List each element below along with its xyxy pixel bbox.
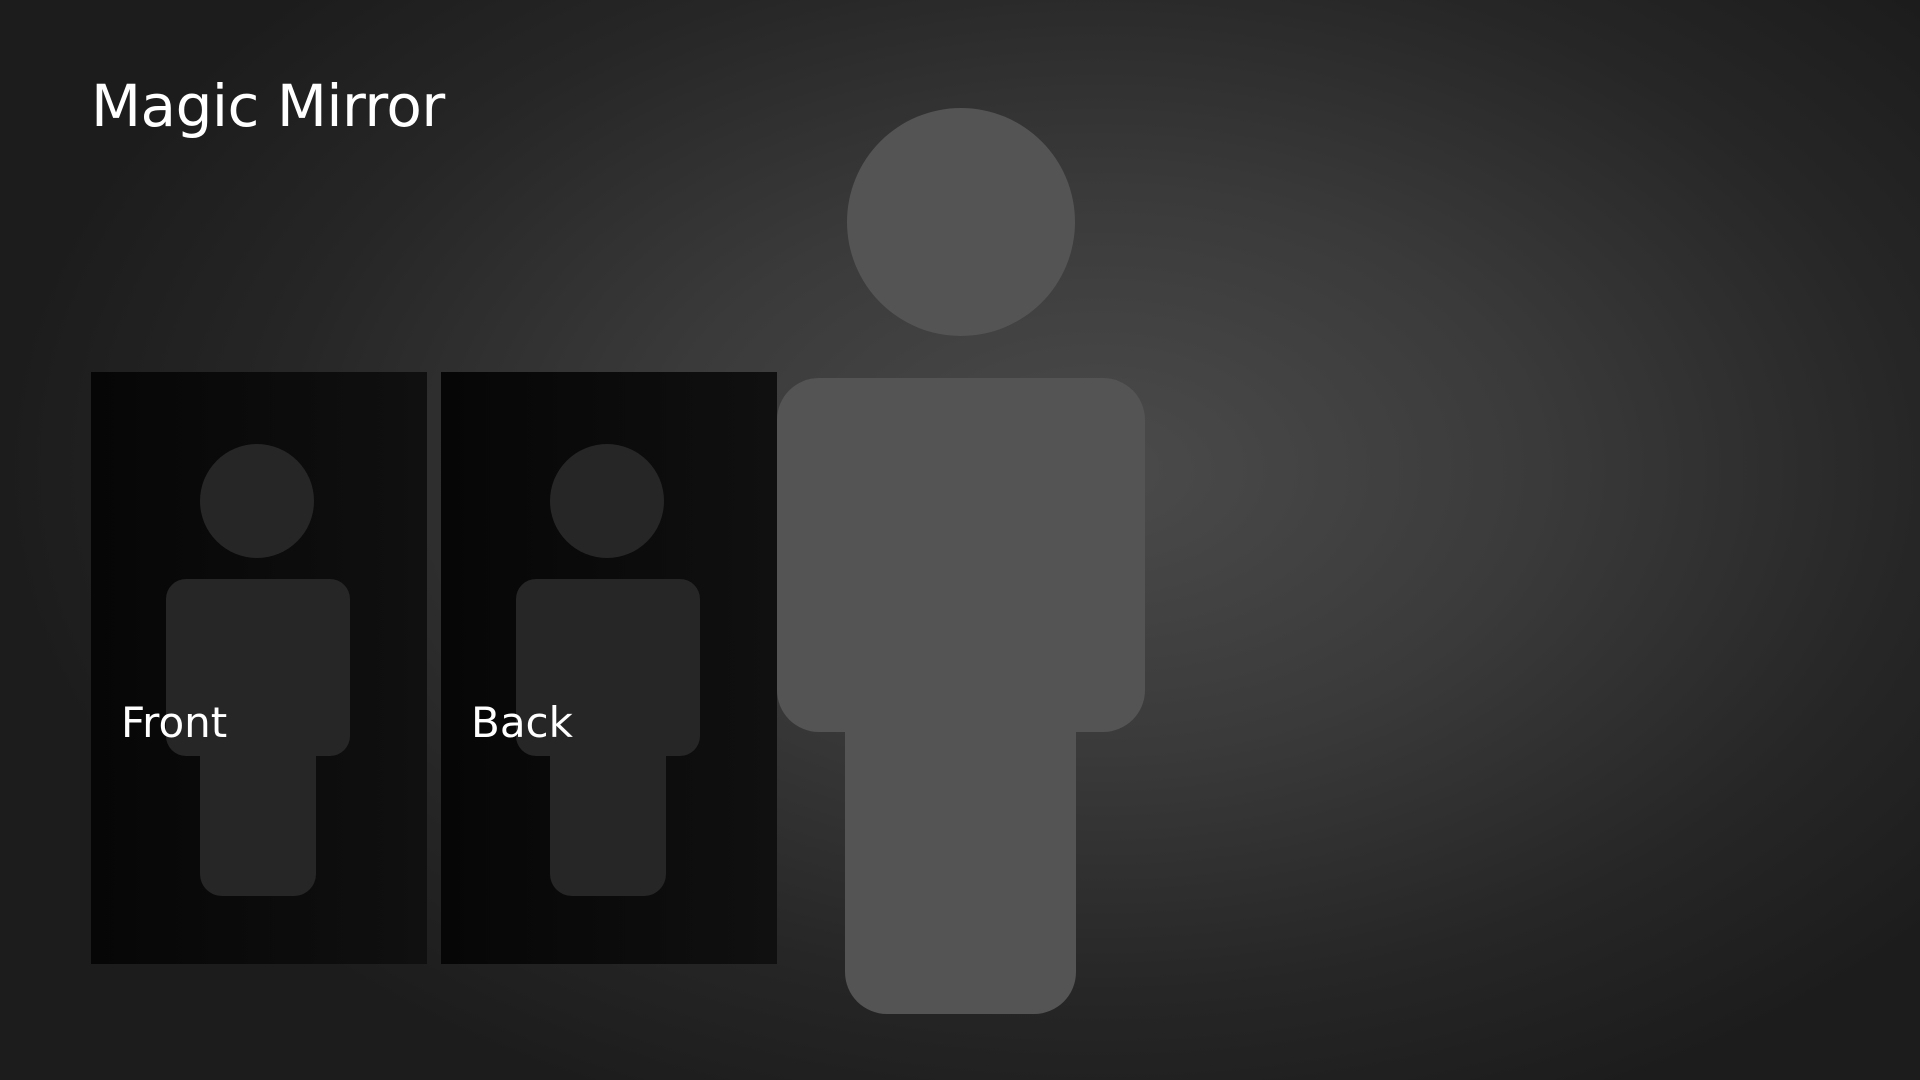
page-title: Magic Mirror — [91, 72, 445, 140]
front-tile-label: Front — [121, 698, 228, 747]
back-tile-label: Back — [471, 698, 573, 747]
front-view-tile[interactable]: Front — [91, 372, 427, 964]
silhouette-torso — [777, 378, 1145, 732]
mini-head — [550, 444, 664, 558]
front-person-icon — [166, 444, 350, 896]
back-view-tile[interactable]: Back — [441, 372, 777, 964]
back-person-icon — [516, 444, 700, 896]
mini-head — [200, 444, 314, 558]
person-silhouette-icon — [777, 108, 1145, 1014]
silhouette-head — [847, 108, 1075, 336]
